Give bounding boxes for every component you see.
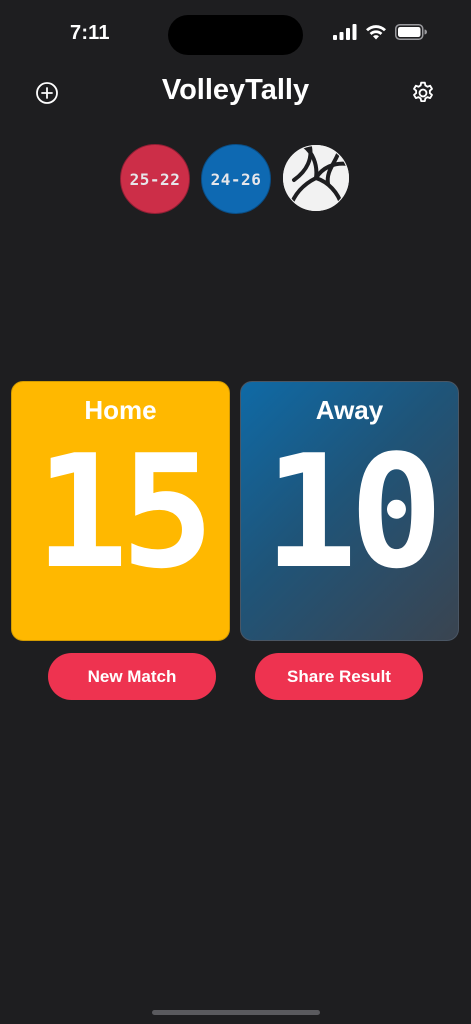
dynamic-island (168, 15, 303, 55)
share-result-button[interactable]: Share Result (255, 653, 423, 700)
home-score: 15 (34, 421, 215, 603)
volleyball-icon (283, 145, 349, 211)
app-title: VolleyTally (161, 74, 310, 106)
cellular-signal-icon (333, 24, 357, 40)
status-time: 7:11 (70, 22, 110, 44)
wifi-icon (366, 25, 386, 40)
set-score-badge: 24-26 (201, 144, 271, 214)
away-score: 10 (263, 421, 444, 603)
settings-button[interactable] (408, 78, 438, 108)
away-score-card[interactable]: Away 10 (240, 381, 459, 641)
gear-icon (413, 81, 433, 103)
home-score-card[interactable]: Home 15 (11, 381, 230, 641)
battery-icon (395, 24, 427, 40)
status-bar: 7:11 (0, 0, 471, 70)
set-score-badge: 25-22 (120, 144, 190, 214)
new-match-button[interactable]: New Match (48, 653, 216, 700)
home-indicator[interactable] (152, 1010, 320, 1015)
